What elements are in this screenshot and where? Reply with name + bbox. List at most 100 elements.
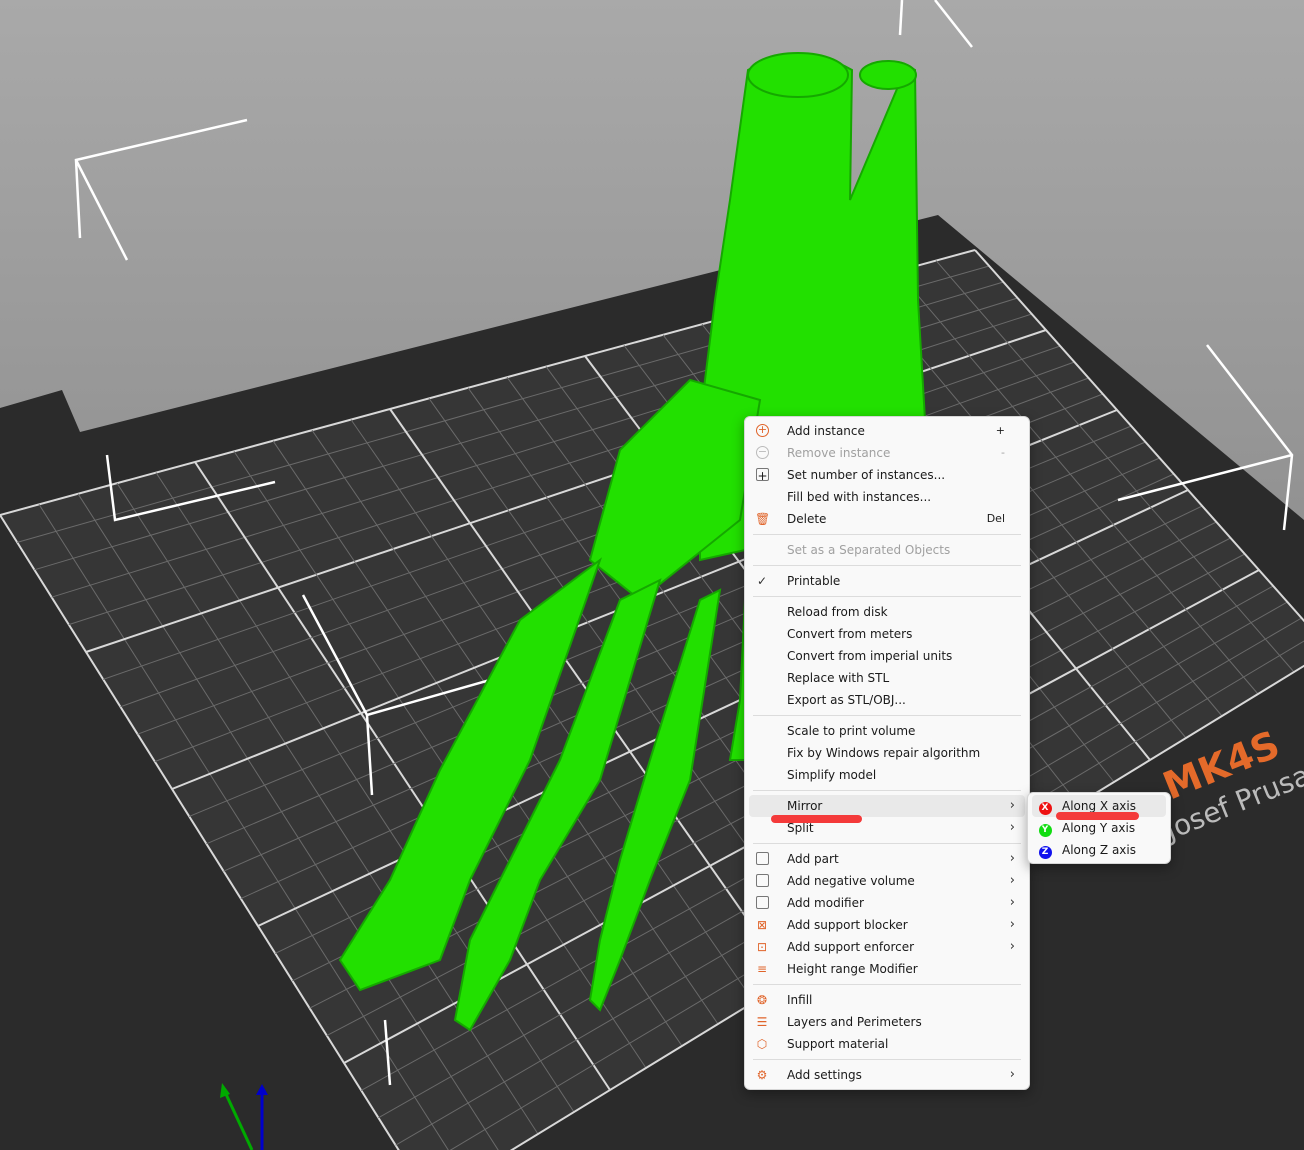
- add-part-icon: [756, 852, 769, 865]
- annotation-underline-mirror: [771, 815, 862, 823]
- context-menu: + Add instance + − Remove instance - + Set numb…: [744, 416, 1030, 1090]
- menu-item-label: Height range Modifier: [787, 962, 918, 976]
- x-axis-icon: X: [1038, 799, 1052, 815]
- menu-item-label: Add support enforcer: [787, 940, 915, 954]
- infill-icon: ❂: [756, 993, 768, 1007]
- menu-item-label: Add part: [787, 852, 839, 866]
- instances-icon: +: [756, 468, 769, 483]
- chevron-right-icon: ›: [1009, 820, 1015, 835]
- menu-item-label: Add negative volume: [787, 874, 915, 888]
- shortcut-label: Del: [986, 512, 1005, 525]
- menu-item-add-support-blocker[interactable]: ⊠ Add support blocker ›: [749, 914, 1025, 936]
- menu-item-label: Simplify model: [787, 768, 877, 782]
- menu-item-layers-and-perimeters[interactable]: ☰ Layers and Perimeters: [749, 1011, 1025, 1033]
- menu-item-add-negative-volume[interactable]: Add negative volume ›: [749, 870, 1025, 892]
- menu-item-label: Export as STL/OBJ...: [787, 693, 906, 707]
- modifier-icon: [756, 896, 769, 909]
- menu-separator: [753, 715, 1021, 716]
- negative-volume-icon: [756, 874, 769, 887]
- menu-item-label: Set as a Separated Objects: [787, 543, 951, 557]
- menu-item-fix-by-windows-repair-algorithm[interactable]: Fix by Windows repair algorithm: [749, 742, 1025, 764]
- menu-separator: [753, 790, 1021, 791]
- axis-badge: Y: [1038, 824, 1052, 837]
- axis-badge: X: [1038, 802, 1052, 815]
- chevron-right-icon: ›: [1009, 939, 1015, 954]
- menu-item-set-number-of-instances[interactable]: + Set number of instances...: [749, 464, 1025, 486]
- menu-separator: [753, 843, 1021, 844]
- chevron-right-icon: ›: [1009, 873, 1015, 888]
- support-enforcer-icon: ⊡: [756, 940, 768, 954]
- menu-item-reload-from-disk[interactable]: Reload from disk: [749, 601, 1025, 623]
- menu-item-label: Along X axis: [1062, 799, 1136, 813]
- menu-item-mirror[interactable]: Mirror ›: [749, 795, 1025, 817]
- menu-item-replace-with-stl[interactable]: Replace with STL: [749, 667, 1025, 689]
- support-material-icon: ⬡: [756, 1037, 768, 1051]
- menu-item-label: Fix by Windows repair algorithm: [787, 746, 981, 760]
- menu-item-label: Remove instance: [787, 446, 891, 460]
- menu-separator: [753, 596, 1021, 597]
- check-icon: ✓: [756, 574, 768, 588]
- remove-circle-icon: −: [756, 445, 769, 459]
- menu-item-convert-from-imperial-units[interactable]: Convert from imperial units: [749, 645, 1025, 667]
- menu-item-label: Add modifier: [787, 896, 864, 910]
- menu-item-infill[interactable]: ❂ Infill: [749, 989, 1025, 1011]
- menu-item-add-support-enforcer[interactable]: ⊡ Add support enforcer ›: [749, 936, 1025, 958]
- support-blocker-icon: ⊠: [756, 918, 768, 932]
- menu-item-label: Infill: [787, 993, 813, 1007]
- menu-item-label: Reload from disk: [787, 605, 888, 619]
- menu-separator: [753, 534, 1021, 535]
- menu-item-add-modifier[interactable]: Add modifier ›: [749, 892, 1025, 914]
- menu-item-remove-instance[interactable]: − Remove instance -: [749, 442, 1025, 464]
- layers-icon: ☰: [756, 1015, 768, 1029]
- menu-item-height-range-modifier[interactable]: ≡ Height range Modifier: [749, 958, 1025, 980]
- chevron-right-icon: ›: [1009, 851, 1015, 866]
- 3d-viewport[interactable]: MK4S Josef Prusa: [0, 0, 1304, 1150]
- menu-separator: [753, 1059, 1021, 1060]
- menu-item-fill-bed-with-instances[interactable]: Fill bed with instances...: [749, 486, 1025, 508]
- mirror-submenu: X Along X axis Y Along Y axis Z Along Z axis: [1027, 792, 1171, 864]
- menu-item-label: Scale to print volume: [787, 724, 916, 738]
- menu-item-label: Add support blocker: [787, 918, 908, 932]
- menu-item-label: Set number of instances...: [787, 468, 946, 482]
- menu-item-label: Delete: [787, 512, 827, 526]
- menu-item-simplify-model[interactable]: Simplify model: [749, 764, 1025, 786]
- chevron-right-icon: ›: [1009, 917, 1015, 932]
- gear-icon: ⚙: [756, 1068, 768, 1082]
- menu-item-support-material[interactable]: ⬡ Support material: [749, 1033, 1025, 1055]
- shortcut-label: +: [995, 424, 1005, 437]
- menu-item-label: Add settings: [787, 1068, 862, 1082]
- menu-item-scale-to-print-volume[interactable]: Scale to print volume: [749, 720, 1025, 742]
- height-range-icon: ≡: [756, 962, 768, 976]
- menu-item-label: Layers and Perimeters: [787, 1015, 922, 1029]
- chevron-right-icon: ›: [1009, 895, 1015, 910]
- menu-item-add-instance[interactable]: + Add instance +: [749, 420, 1025, 442]
- trash-icon: 🗑: [755, 512, 771, 526]
- menu-item-label: Along Z axis: [1062, 843, 1136, 857]
- menu-item-printable[interactable]: ✓ Printable: [749, 570, 1025, 592]
- menu-item-export-as-stl-obj[interactable]: Export as STL/OBJ...: [749, 689, 1025, 711]
- menu-item-set-as-a-separated-objects[interactable]: Set as a Separated Objects: [749, 539, 1025, 561]
- chevron-right-icon: ›: [1009, 798, 1015, 813]
- menu-item-label: Convert from meters: [787, 627, 913, 641]
- add-circle-icon: +: [756, 423, 769, 437]
- shortcut-label: -: [1001, 446, 1005, 459]
- axis-badge: Z: [1038, 846, 1052, 859]
- mirror-along-z-axis[interactable]: Z Along Z axis: [1032, 839, 1166, 861]
- menu-item-label: Fill bed with instances...: [787, 490, 932, 504]
- z-axis-icon: Z: [1038, 843, 1052, 859]
- menu-item-label: Add instance: [787, 424, 865, 438]
- menu-item-label: Mirror: [787, 799, 823, 813]
- menu-item-label: Along Y axis: [1062, 821, 1136, 835]
- annotation-underline-x-axis: [1056, 812, 1139, 820]
- chevron-right-icon: ›: [1009, 1067, 1015, 1082]
- menu-item-convert-from-meters[interactable]: Convert from meters: [749, 623, 1025, 645]
- menu-separator: [753, 984, 1021, 985]
- y-axis-icon: Y: [1038, 821, 1052, 837]
- menu-item-add-part[interactable]: Add part ›: [749, 848, 1025, 870]
- mirror-along-y-axis[interactable]: Y Along Y axis: [1032, 817, 1166, 839]
- menu-item-add-settings[interactable]: ⚙ Add settings ›: [749, 1064, 1025, 1086]
- menu-item-label: Split: [787, 821, 814, 835]
- menu-item-delete[interactable]: 🗑 Delete Del: [749, 508, 1025, 530]
- menu-item-label: Convert from imperial units: [787, 649, 953, 663]
- menu-separator: [753, 565, 1021, 566]
